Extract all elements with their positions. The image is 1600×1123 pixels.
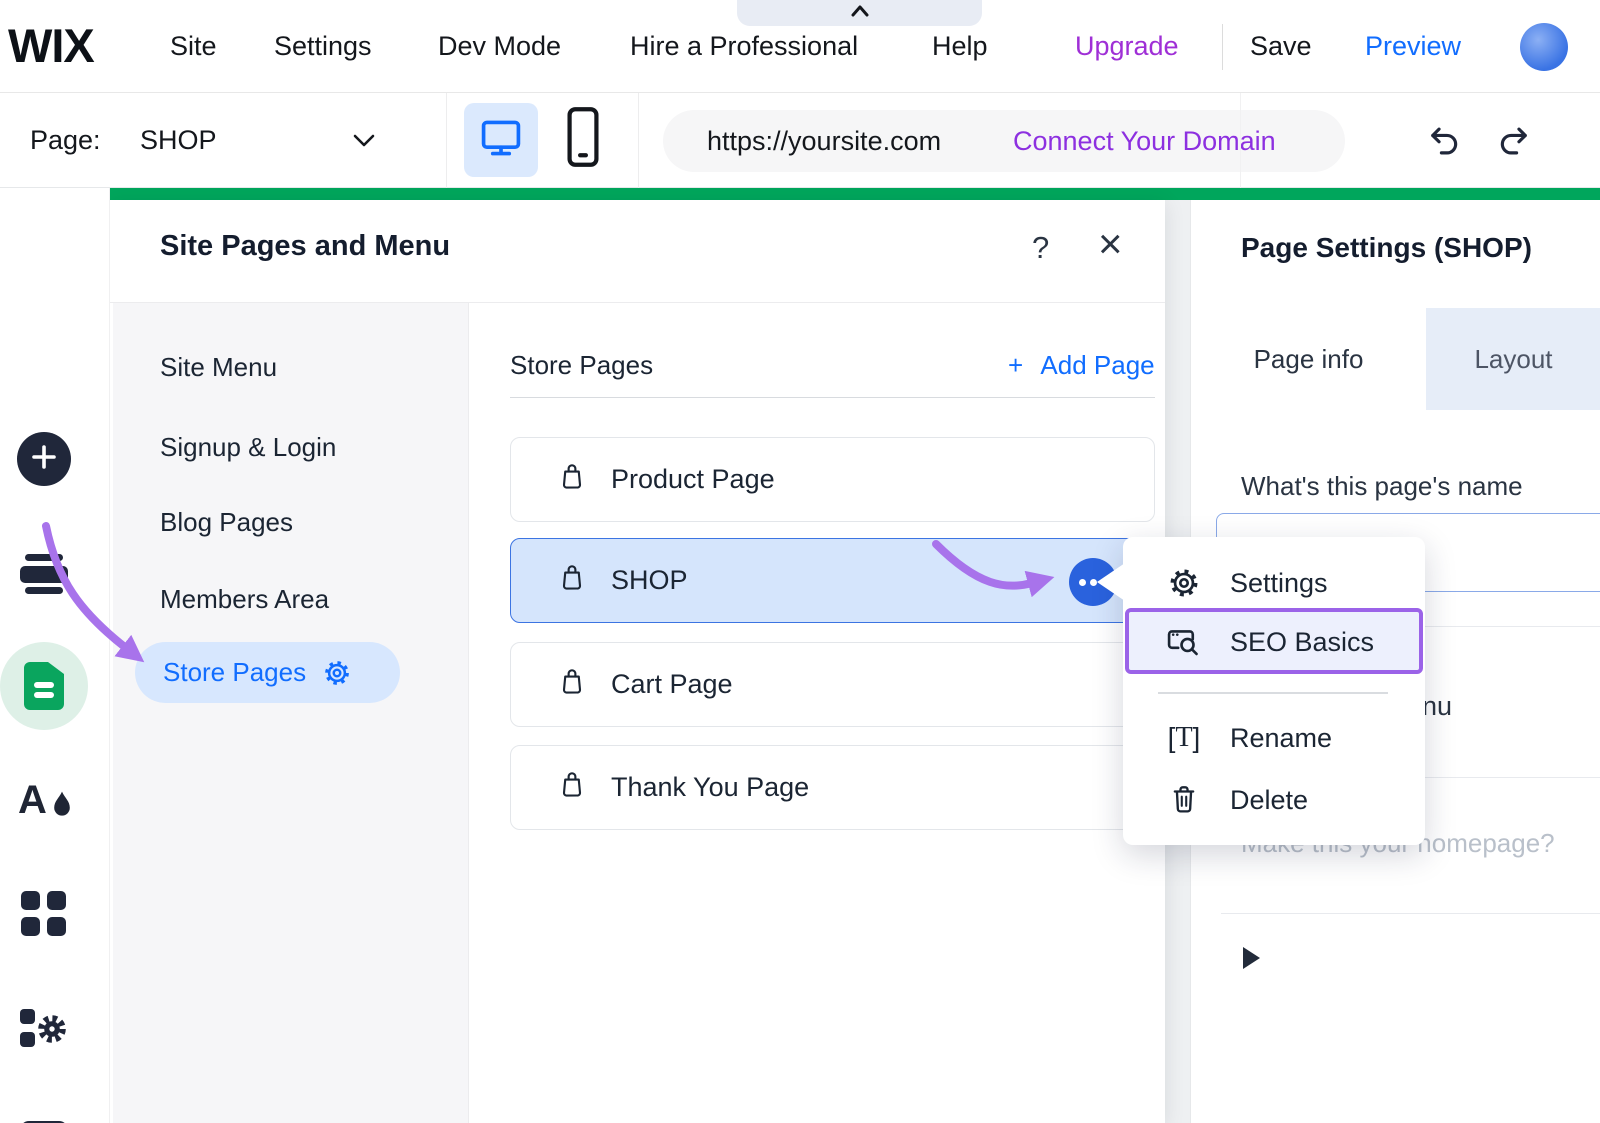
divider	[1222, 24, 1223, 70]
undo-icon[interactable]	[1424, 93, 1462, 188]
tab-page-info[interactable]: Page info	[1191, 308, 1426, 410]
page-row-label: SHOP	[611, 565, 688, 596]
page-row-shop[interactable]: SHOP	[510, 538, 1155, 623]
menu-item-seo-basics[interactable]: SEO Basics	[1123, 615, 1425, 669]
menu-item-label: Delete	[1230, 785, 1308, 816]
site-pages-panel: Site Pages and Menu ? × Site Menu Signup…	[110, 200, 1165, 1123]
menu-item-label: Settings	[1230, 568, 1328, 599]
nav-members-area[interactable]: Members Area	[160, 584, 329, 615]
menu-item-label: SEO Basics	[1230, 627, 1374, 658]
pages-nav-column	[113, 303, 468, 1123]
shopping-bag-icon	[557, 561, 587, 600]
collapse-topbar-tab[interactable]	[737, 0, 982, 26]
trash-icon	[1165, 783, 1203, 817]
menu-site[interactable]: Site	[170, 0, 217, 93]
wix-logo: WIX	[8, 18, 94, 73]
preview-button[interactable]: Preview	[1365, 0, 1461, 93]
menu-dev-mode[interactable]: Dev Mode	[438, 0, 561, 93]
menu-item-label: Rename	[1230, 723, 1332, 754]
add-elements-button[interactable]	[17, 432, 71, 486]
site-url: https://yoursite.com	[707, 110, 941, 172]
page-name-question: What's this page's name	[1241, 471, 1523, 502]
menu-item-settings[interactable]: Settings	[1123, 556, 1425, 610]
divider	[1221, 913, 1600, 914]
page-label: Page:	[30, 93, 101, 188]
save-button[interactable]: Save	[1250, 0, 1312, 93]
mobile-view-button[interactable]	[560, 93, 606, 188]
nav-store-pages[interactable]: Store Pages	[135, 642, 400, 703]
page-row-label: Cart Page	[611, 669, 733, 700]
divider	[1240, 93, 1241, 188]
shopping-bag-icon	[557, 768, 587, 807]
page-toolbar: Page: SHOP https://yoursite.com Connect …	[0, 93, 1600, 188]
tab-label: Page info	[1254, 344, 1364, 375]
chevron-up-icon	[848, 3, 872, 24]
gear-icon	[322, 658, 352, 688]
shopping-bag-icon	[557, 460, 587, 499]
menu-pointer	[1097, 563, 1125, 601]
shopping-bag-icon	[557, 665, 587, 704]
app-market-icon[interactable]	[20, 1006, 68, 1052]
page-row-thank-you-page[interactable]: Thank You Page	[510, 745, 1155, 830]
apps-grid-icon[interactable]	[21, 891, 66, 936]
expand-section-arrow-icon[interactable]	[1243, 947, 1260, 969]
wix-editor: WIX Site Settings Dev Mode Hire a Profes…	[0, 0, 1600, 1123]
seo-search-icon	[1165, 625, 1203, 659]
nav-signup-login[interactable]: Signup & Login	[160, 432, 336, 463]
tab-layout[interactable]: Layout	[1426, 308, 1600, 410]
divider	[638, 93, 639, 188]
page-context-menu: Settings SEO Basics [T] Rename	[1123, 537, 1425, 845]
divider	[510, 397, 1155, 398]
site-top-strip	[110, 188, 1600, 200]
redo-icon[interactable]	[1496, 93, 1534, 188]
hidden-text-fragment: nu	[1422, 691, 1452, 722]
nav-blog-pages[interactable]: Blog Pages	[160, 507, 293, 538]
desktop-view-button[interactable]	[464, 103, 538, 177]
panel-title: Site Pages and Menu	[160, 230, 450, 263]
help-icon[interactable]: ?	[1032, 230, 1049, 266]
page-row-label: Product Page	[611, 464, 775, 495]
nav-site-menu[interactable]: Site Menu	[160, 352, 277, 383]
upgrade-button[interactable]: Upgrade	[1075, 0, 1179, 93]
menu-item-delete[interactable]: Delete	[1123, 773, 1425, 827]
close-icon[interactable]: ×	[1098, 220, 1123, 268]
tab-label: Layout	[1474, 344, 1552, 375]
page-row-label: Thank You Page	[611, 772, 809, 803]
sections-icon[interactable]	[20, 554, 68, 594]
page-row-product-page[interactable]: Product Page	[510, 437, 1155, 522]
store-pages-title: Store Pages	[510, 350, 653, 381]
connect-your-domain-link[interactable]: Connect Your Domain	[1013, 110, 1276, 172]
page-selector-value[interactable]: SHOP	[140, 93, 217, 188]
menu-item-rename[interactable]: [T] Rename	[1123, 711, 1425, 765]
plus-icon	[29, 442, 59, 477]
menu-settings[interactable]: Settings	[274, 0, 372, 93]
page-settings-title: Page Settings (SHOP)	[1241, 232, 1532, 264]
editor-sidebar: A	[0, 188, 110, 1123]
add-page-label: Add Page	[1040, 350, 1154, 380]
mobile-icon	[560, 104, 606, 177]
divider	[1158, 692, 1388, 694]
divider	[446, 93, 447, 188]
chevron-down-icon[interactable]	[350, 93, 378, 188]
rename-text-icon: [T]	[1165, 722, 1203, 754]
site-design-icon[interactable]: A	[18, 778, 78, 826]
plus-icon: +	[1008, 350, 1023, 380]
site-url-bar[interactable]: https://yoursite.com Connect Your Domain	[663, 110, 1345, 172]
add-page-button[interactable]: + Add Page	[1008, 350, 1155, 381]
gear-icon	[1165, 566, 1203, 600]
page-row-cart-page[interactable]: Cart Page	[510, 642, 1155, 727]
top-menu-bar: WIX Site Settings Dev Mode Hire a Profes…	[0, 0, 1600, 93]
divider	[468, 303, 469, 1123]
nav-store-pages-label: Store Pages	[163, 657, 306, 688]
avatar[interactable]	[1520, 23, 1568, 71]
desktop-icon	[479, 116, 523, 165]
